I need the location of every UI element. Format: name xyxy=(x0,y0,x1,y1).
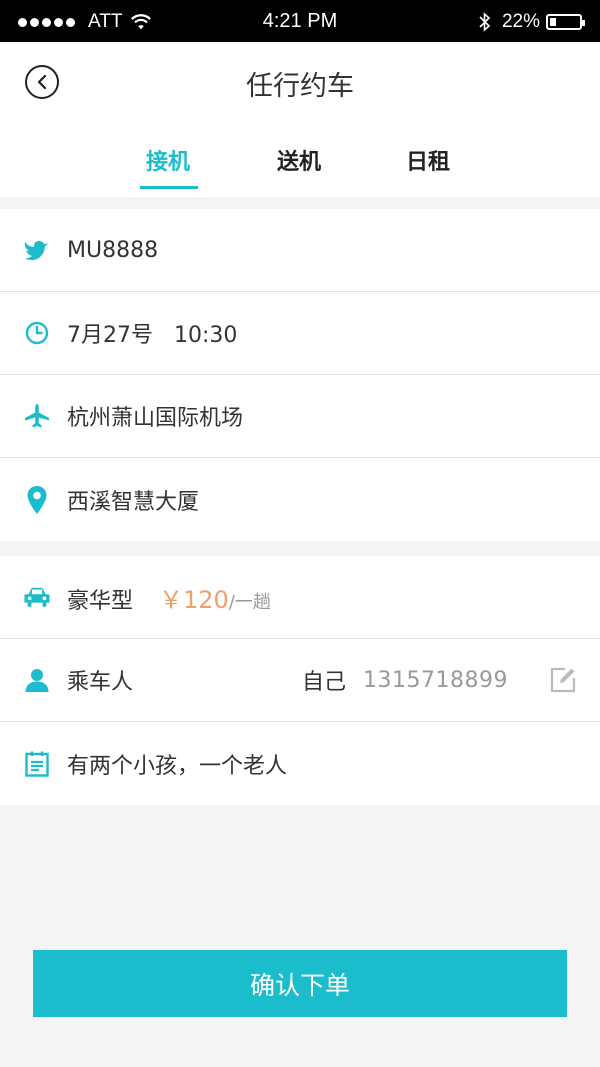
notes-icon xyxy=(24,751,50,777)
car-type: 豪华型 xyxy=(67,588,134,614)
airport-row[interactable]: 杭州萧山国际机场 xyxy=(0,375,600,458)
price: ￥120 xyxy=(159,585,229,614)
airport-name: 杭州萧山国际机场 xyxy=(67,406,244,431)
confirm-order-button[interactable]: 确认下单 xyxy=(33,950,567,1017)
person-icon xyxy=(24,667,50,693)
tab-pickup[interactable]: 接机 xyxy=(146,144,190,176)
airplane-icon xyxy=(24,403,50,429)
passenger-name: 自己 xyxy=(302,670,347,695)
car-icon xyxy=(24,584,50,610)
bird-icon xyxy=(24,237,50,263)
flight-number: MU8888 xyxy=(67,237,159,263)
pickup-time: 10:30 xyxy=(173,323,238,348)
destination-row[interactable]: 西溪智慧大厦 xyxy=(0,458,600,541)
tab-daily-rental[interactable]: 日租 xyxy=(406,144,450,176)
tab-dropoff[interactable]: 送机 xyxy=(277,144,321,176)
car-type-info: 豪华型 ￥120/一趟 xyxy=(67,580,271,615)
destination-name: 西溪智慧大厦 xyxy=(67,489,200,515)
location-pin-icon xyxy=(24,485,50,514)
status-right: 22% xyxy=(478,11,585,33)
edit-icon[interactable] xyxy=(550,667,576,693)
passenger-row[interactable]: 乘车人 自己 1315718899 xyxy=(0,639,600,722)
price-unit: /一趟 xyxy=(228,591,271,613)
pickup-datetime: 7月27号 10:30 xyxy=(67,317,237,349)
pickup-date: 7月27号 xyxy=(67,323,153,348)
page-title: 任行约车 xyxy=(246,71,354,102)
battery-percent: 22% xyxy=(501,11,540,32)
car-type-row[interactable]: 豪华型 ￥120/一趟 xyxy=(0,556,600,639)
header: 任行约车 接机 送机 日租 xyxy=(0,42,600,197)
trip-info-group: MU8888 7月27号 10:30 杭州萧山国际机场 西溪智慧大厦 xyxy=(0,209,600,541)
battery-fill xyxy=(550,18,556,26)
order-details-group: 豪华型 ￥120/一趟 乘车人 自己 1315718899 有两个小孩，一个老人 xyxy=(0,556,600,805)
status-bar: ATT 4:21 PM 22% xyxy=(0,0,600,42)
datetime-row[interactable]: 7月27号 10:30 xyxy=(0,292,600,375)
passenger-phone: 1315718899 xyxy=(363,667,508,693)
clock-icon xyxy=(24,320,50,346)
battery-icon xyxy=(546,14,585,30)
bluetooth-icon xyxy=(479,12,491,32)
remark-row[interactable]: 有两个小孩，一个老人 xyxy=(0,722,600,805)
active-tab-indicator xyxy=(140,186,198,189)
passenger-label: 乘车人 xyxy=(67,670,134,695)
tab-bar: 接机 送机 日租 xyxy=(0,142,600,192)
flight-row[interactable]: MU8888 xyxy=(0,209,600,292)
remark-text: 有两个小孩，一个老人 xyxy=(67,753,288,779)
